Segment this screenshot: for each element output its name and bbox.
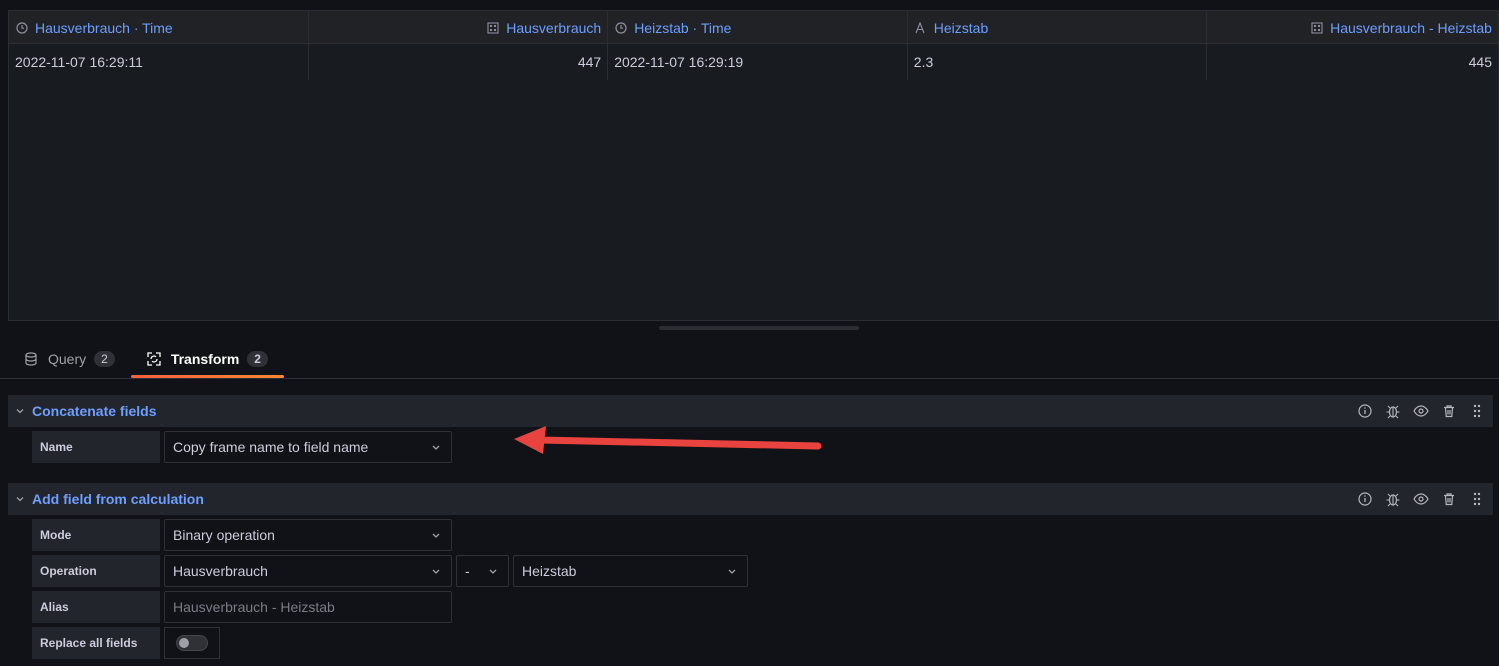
- chevron-down-icon: [429, 564, 443, 578]
- annotation-arrow: [514, 426, 822, 454]
- transform-title: Add field from calculation: [32, 491, 204, 507]
- transform-editor: Hausverbrauch · Time Hausverbrauch Heizs…: [0, 0, 1499, 666]
- calc-mode-row: Mode Binary operation: [32, 519, 452, 551]
- eye-icon[interactable]: [1413, 403, 1429, 419]
- drag-handle-icon[interactable]: [1469, 491, 1485, 507]
- tab-query[interactable]: Query 2: [8, 340, 131, 378]
- field-label: Operation: [32, 555, 160, 587]
- mode-select[interactable]: Binary operation: [164, 519, 452, 551]
- toggle-knob: [179, 638, 189, 648]
- column-label: Heizstab: [933, 19, 989, 36]
- operation-right-select[interactable]: Heizstab: [513, 555, 748, 587]
- number-field-icon: [486, 21, 499, 34]
- tabs-divider: [0, 378, 1499, 379]
- table-panel: Hausverbrauch · Time Hausverbrauch Heizs…: [8, 10, 1499, 321]
- database-icon: [24, 352, 38, 366]
- tab-label: Query: [48, 351, 87, 367]
- column-label: Hausverbrauch - Heizstab: [1330, 19, 1492, 36]
- table-cell: 445: [1468, 54, 1492, 70]
- table-cell: 2.3: [908, 44, 1208, 80]
- info-icon[interactable]: [1357, 491, 1373, 507]
- field-label: Alias: [32, 591, 160, 623]
- debug-icon[interactable]: [1385, 491, 1401, 507]
- tab-label: Transform: [170, 351, 240, 367]
- chevron-down-icon: [429, 440, 443, 454]
- column-header-hausverbrauch-time[interactable]: Hausverbrauch · Time: [9, 11, 309, 44]
- field-label: Replace all fields: [32, 627, 160, 659]
- concat-name-select[interactable]: Copy frame name to field name: [164, 431, 452, 463]
- chevron-down-icon[interactable]: [8, 406, 32, 416]
- table-cell: 2022-11-07 16:29:11: [9, 44, 309, 80]
- tab-count-badge: 2: [247, 351, 268, 367]
- calc-operation-row: Operation Hausverbrauch - Heizstab: [32, 555, 748, 587]
- number-field-icon: [1310, 21, 1323, 34]
- table-row: 2022-11-07 16:29:11 447 2022-11-07 16:29…: [9, 44, 1498, 80]
- eye-icon[interactable]: [1413, 491, 1429, 507]
- calc-replace-row: Replace all fields: [32, 627, 220, 659]
- tab-count-badge: 2: [94, 351, 115, 367]
- concat-name-row: Name Copy frame name to field name: [32, 431, 452, 463]
- operation-left-select[interactable]: Hausverbrauch: [164, 555, 452, 587]
- table-cell: 447: [309, 44, 609, 80]
- select-value: Heizstab: [522, 563, 577, 579]
- column-label: Hausverbrauch: [506, 19, 602, 36]
- trash-icon[interactable]: [1441, 491, 1457, 507]
- select-value: -: [465, 563, 470, 579]
- select-value: Copy frame name to field name: [173, 439, 369, 455]
- drag-handle-icon[interactable]: [1469, 403, 1485, 419]
- column-header-heizstab-time[interactable]: Heizstab · Time: [608, 11, 908, 44]
- toggle-switch[interactable]: [176, 635, 208, 651]
- select-value: Binary operation: [173, 527, 275, 543]
- select-value: Hausverbrauch: [173, 563, 268, 579]
- string-field-icon: [914, 21, 927, 34]
- chevron-down-icon: [486, 564, 500, 578]
- clock-icon: [15, 21, 28, 34]
- clock-icon: [614, 21, 627, 34]
- field-label: Name: [32, 431, 160, 463]
- info-icon[interactable]: [1357, 403, 1373, 419]
- column-label: Hausverbrauch · Time: [35, 19, 173, 36]
- alias-input[interactable]: Hausverbrauch - Heizstab: [164, 591, 452, 623]
- transform-actions: [1357, 395, 1485, 427]
- operator-select[interactable]: -: [456, 555, 509, 587]
- transform-icon: [147, 352, 161, 366]
- column-header-heizstab[interactable]: Heizstab: [908, 11, 1208, 44]
- transform-title: Concatenate fields: [32, 403, 157, 419]
- table-header: Hausverbrauch · Time Hausverbrauch Heizs…: [9, 11, 1498, 44]
- field-label: Mode: [32, 519, 160, 551]
- chevron-down-icon: [429, 528, 443, 542]
- chevron-down-icon[interactable]: [8, 494, 32, 504]
- debug-icon[interactable]: [1385, 403, 1401, 419]
- column-label: Heizstab · Time: [634, 19, 732, 36]
- tab-transform[interactable]: Transform 2: [130, 340, 285, 378]
- chevron-down-icon: [725, 564, 739, 578]
- panel-resize-handle[interactable]: [659, 326, 859, 330]
- column-header-hausverbrauch[interactable]: Hausverbrauch: [309, 11, 609, 44]
- table-cell: 2022-11-07 16:29:19: [608, 44, 908, 80]
- transform-actions: [1357, 483, 1485, 515]
- trash-icon[interactable]: [1441, 403, 1457, 419]
- replace-all-fields-toggle[interactable]: [164, 627, 220, 659]
- calc-alias-row: Alias Hausverbrauch - Heizstab: [32, 591, 452, 623]
- transform-header-calculation[interactable]: Add field from calculation: [8, 483, 1493, 515]
- editor-tabs: Query 2 Transform 2: [8, 340, 285, 378]
- column-header-hausverbrauch-minus-heizstab[interactable]: Hausverbrauch - Heizstab: [1207, 11, 1498, 44]
